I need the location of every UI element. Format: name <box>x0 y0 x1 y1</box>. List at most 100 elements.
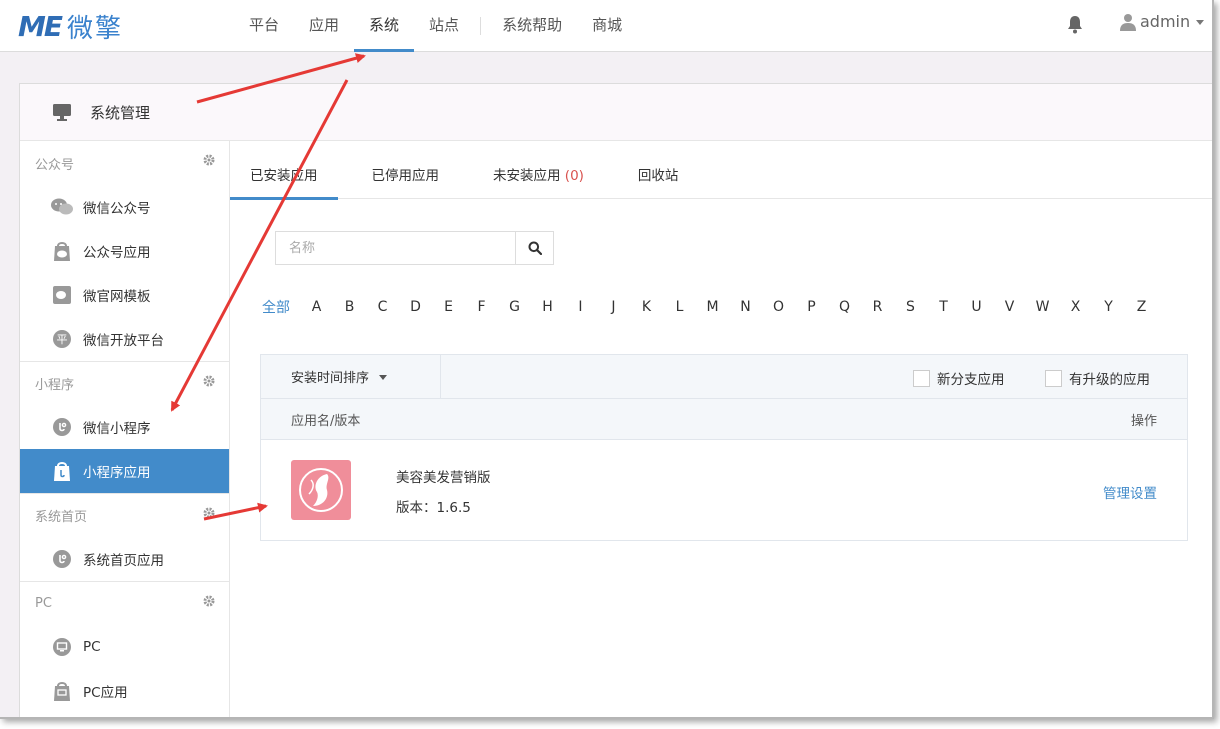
sidebar-item-wechat-account[interactable]: 微信公众号 <box>20 185 229 229</box>
letter-filter-item[interactable]: D <box>399 299 432 315</box>
uninstalled-count-badge: (0) <box>564 168 584 184</box>
sidebar-item-open-platform[interactable]: 平 微信开放平台 <box>20 317 229 361</box>
sidebar-item-pc[interactable]: PC <box>20 625 229 669</box>
search-button[interactable] <box>515 232 553 264</box>
sidebar-item-system-home-apps[interactable]: 系统首页应用 <box>20 537 229 581</box>
letter-filter-item[interactable]: P <box>795 299 828 315</box>
user-menu[interactable]: admin <box>1120 12 1205 31</box>
nav-apps[interactable]: 应用 <box>294 0 354 52</box>
wechat-icon <box>50 195 74 219</box>
letter-filter-item[interactable]: K <box>630 299 663 315</box>
logo-mark: ME <box>18 9 63 43</box>
main-content: 已安装应用 已停用应用 未安装应用 (0) 回收站 全部 A B C D <box>230 141 1212 717</box>
col-actions: 操作 <box>1130 413 1157 429</box>
tab-installed[interactable]: 已安装应用 <box>230 141 338 200</box>
group-title: 系统首页 <box>35 510 88 525</box>
app-list: 安装时间排序 新分支应用 有升级的应用 应用名/版本 操作 美容美发营销版 版本… <box>260 354 1188 541</box>
tab-uninstalled[interactable]: 未安装应用 (0) <box>473 141 604 199</box>
sidebar-item-miniprogram-apps[interactable]: 小程序应用 <box>20 449 229 493</box>
letter-filter-item[interactable]: U <box>960 299 993 315</box>
letter-filter-item[interactable]: Q <box>828 299 861 315</box>
sidebar-item-site-templates[interactable]: 微官网模板 <box>20 273 229 317</box>
system-panel: 系统管理 公众号 微信公众号 公众号应用 微官网模板 平 微信开放平台 小程序 … <box>19 83 1212 717</box>
letter-filter-item[interactable]: V <box>993 299 1026 315</box>
tab-recycle-bin[interactable]: 回收站 <box>618 141 699 199</box>
logo[interactable]: ME 微擎 <box>18 9 123 44</box>
letter-filter-item[interactable]: Z <box>1125 299 1158 315</box>
sidebar-item-label: PC应用 <box>83 685 128 701</box>
letter-filter-item[interactable]: T <box>927 299 960 315</box>
letter-filter-item[interactable]: R <box>861 299 894 315</box>
panel-header: 系统管理 <box>20 84 1212 141</box>
nav-system[interactable]: 系统 <box>354 0 415 52</box>
gear-icon[interactable] <box>203 154 215 166</box>
sidebar-item-wechat-miniprogram[interactable]: 微信小程序 <box>20 405 229 449</box>
letter-filter-item[interactable]: Y <box>1092 299 1125 315</box>
nav-site[interactable]: 站点 <box>414 0 474 52</box>
letter-filter-all[interactable]: 全部 <box>262 297 290 317</box>
sort-dropdown[interactable]: 安装时间排序 <box>261 354 441 399</box>
bag-icon <box>50 239 74 263</box>
checkbox-label: 有升级的应用 <box>1069 372 1150 388</box>
list-header: 应用名/版本 操作 <box>261 399 1187 440</box>
miniprogram-icon <box>50 547 74 571</box>
letter-filter-item[interactable]: F <box>465 299 498 315</box>
search-input[interactable] <box>276 232 515 264</box>
sidebar-item-label: PC <box>83 639 101 655</box>
group-title: 小程序 <box>35 378 75 393</box>
nav-platform[interactable]: 平台 <box>234 0 294 52</box>
letter-filter-item[interactable]: X <box>1059 299 1092 315</box>
letter-filter-item[interactable]: B <box>333 299 366 315</box>
manage-settings-link[interactable]: 管理设置 <box>1103 482 1157 502</box>
app-logo-icon <box>291 460 351 520</box>
new-branch-checkbox[interactable]: 新分支应用 <box>913 368 1005 388</box>
letter-filter-item[interactable]: W <box>1026 299 1059 315</box>
nav-store[interactable]: 商城 <box>577 0 637 52</box>
sidebar-item-label: 微信小程序 <box>83 421 151 437</box>
tab-uninstalled-label: 未安装应用 <box>493 168 561 184</box>
letter-filter-item[interactable]: L <box>663 299 696 315</box>
gear-icon[interactable] <box>203 595 215 607</box>
checkbox-box[interactable] <box>913 369 930 387</box>
sidebar-group-system-home: 系统首页 <box>20 493 229 537</box>
letter-filter-item[interactable]: S <box>894 299 927 315</box>
sidebar-item-pc-apps[interactable]: PC应用 <box>20 669 229 713</box>
gear-icon[interactable] <box>203 507 215 519</box>
letter-filter-item[interactable]: J <box>597 299 630 315</box>
letter-filter-item[interactable]: M <box>696 299 729 315</box>
letter-filter-item[interactable]: G <box>498 299 531 315</box>
sidebar-item-label: 微信公众号 <box>83 201 151 217</box>
chevron-down-icon <box>1196 20 1205 25</box>
sidebar-group-official-account: 公众号 <box>20 141 229 185</box>
sidebar-group-miniprogram: 小程序 <box>20 361 229 405</box>
letter-filter-item[interactable]: H <box>531 299 564 315</box>
main-nav: 平台 应用 系统 站点 系统帮助 商城 <box>234 0 637 52</box>
sidebar-item-label: 小程序应用 <box>83 465 151 481</box>
tab-disabled[interactable]: 已停用应用 <box>352 141 460 199</box>
letter-filter-item[interactable]: I <box>564 299 597 315</box>
bell-icon[interactable] <box>1066 14 1084 34</box>
app-version: 版本：1.6.5 <box>396 500 471 516</box>
pc-bag-icon <box>50 679 74 703</box>
letter-filter-item[interactable]: C <box>366 299 399 315</box>
letter-filter-item[interactable]: E <box>432 299 465 315</box>
search-icon <box>528 241 542 255</box>
miniprogram-bag-icon <box>50 459 74 483</box>
letter-filter: 全部 A B C D E F G H I J K L M N O P Q R S <box>262 297 1158 317</box>
checkbox-box[interactable] <box>1045 369 1062 387</box>
gear-icon[interactable] <box>203 375 215 387</box>
checkbox-label: 新分支应用 <box>937 372 1005 388</box>
app-tabs: 已安装应用 已停用应用 未安装应用 (0) 回收站 <box>230 141 1212 200</box>
nav-help[interactable]: 系统帮助 <box>487 0 577 52</box>
browser-frame: ME 微擎 平台 应用 系统 站点 系统帮助 商城 admin 系统管理 公众号… <box>0 0 1214 719</box>
nav-divider <box>480 17 482 35</box>
search-box <box>275 231 554 265</box>
list-item: 美容美发营销版 版本：1.6.5 管理设置 <box>261 440 1187 540</box>
group-title: PC <box>35 596 52 611</box>
letter-filter-item[interactable]: N <box>729 299 762 315</box>
upgradable-checkbox[interactable]: 有升级的应用 <box>1045 368 1150 388</box>
monitor-icon <box>53 104 71 121</box>
letter-filter-item[interactable]: A <box>300 299 333 315</box>
sidebar-item-account-apps[interactable]: 公众号应用 <box>20 229 229 273</box>
letter-filter-item[interactable]: O <box>762 299 795 315</box>
